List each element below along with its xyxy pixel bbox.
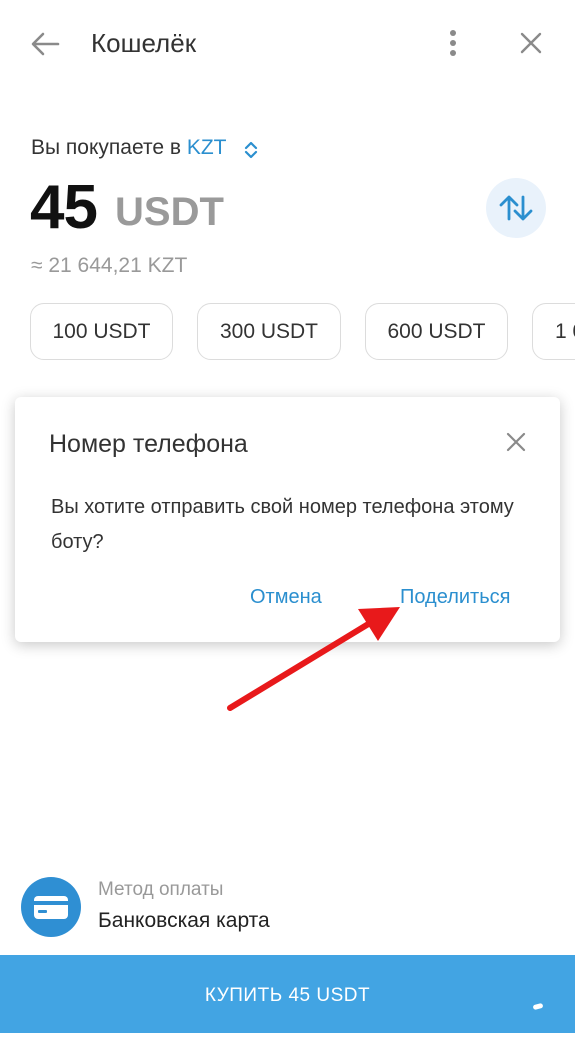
- currency-selector[interactable]: KZT: [187, 136, 227, 159]
- preset-chip[interactable]: 300 USDT: [197, 303, 341, 360]
- currency-line: Вы покупаете в KZT: [31, 136, 227, 160]
- dialog-message: Вы хотите отправить свой номер телефона …: [51, 496, 514, 553]
- annotation-arrow-icon: [227, 607, 400, 711]
- asset-code: USDT: [115, 190, 224, 234]
- approx-amount: ≈ 21 644,21 KZT: [31, 254, 188, 277]
- payment-method-value[interactable]: Банковская карта: [98, 909, 270, 933]
- page-title: Кошелёк: [91, 28, 197, 58]
- close-icon[interactable]: [517, 29, 545, 57]
- preset-chip[interactable]: 100 USDT: [30, 303, 173, 360]
- arrow-left-icon[interactable]: [28, 28, 62, 60]
- header: Кошелёк: [0, 0, 575, 90]
- dialog-title: Номер телефона: [49, 430, 248, 458]
- preset-chip[interactable]: 600 USDT: [365, 303, 508, 360]
- share-button[interactable]: Поделиться: [400, 586, 510, 609]
- buy-button[interactable]: КУПИТЬ 45 USDT: [0, 955, 575, 1033]
- chevron-up-down-icon[interactable]: [240, 138, 262, 162]
- dots-vertical-icon[interactable]: [444, 28, 462, 60]
- preset-amounts: 100 USDT 300 USDT 600 USDT 1 0: [0, 303, 575, 363]
- payment-method-label: Метод оплаты: [98, 879, 224, 900]
- preset-chip[interactable]: 1 0: [532, 303, 575, 360]
- swap-button[interactable]: [486, 178, 546, 238]
- amount-value[interactable]: 45: [30, 172, 98, 243]
- swap-arrows-icon: [499, 195, 533, 221]
- currency-prefix: Вы покупаете в: [31, 136, 187, 159]
- bank-card-icon: [21, 877, 81, 937]
- close-icon[interactable]: [504, 430, 528, 454]
